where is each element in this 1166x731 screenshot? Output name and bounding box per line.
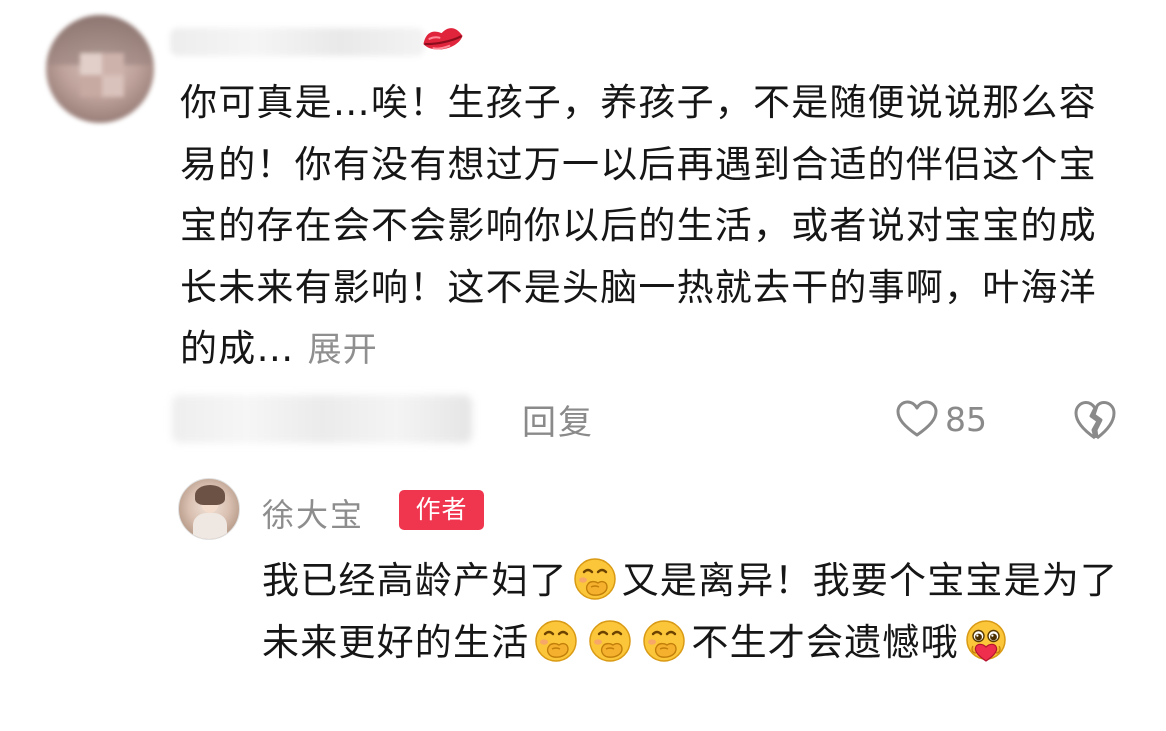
author-badge: 作者 xyxy=(399,490,484,530)
comment-meta-redacted xyxy=(172,395,472,443)
comment-text: 你可真是…唉！生孩子，养孩子，不是随便说说那么容易的！你有没有想过万一以后再遇到… xyxy=(180,72,1130,382)
reply-text-part3: 不生才会遗憾哦 xyxy=(691,621,959,664)
covering-mouth-emoji-icon xyxy=(642,619,686,663)
commenter-name-redacted xyxy=(170,28,425,56)
commenter-avatar-blurred[interactable] xyxy=(46,15,154,123)
reply-item: 徐大宝 作者 我已经高龄产妇了 又是离异！我要个宝宝是为了未来更好的生活 不生才… xyxy=(0,470,1166,731)
reply-button[interactable]: 回复 xyxy=(522,395,594,444)
covering-mouth-emoji-icon xyxy=(573,557,617,601)
reply-text-part1: 我已经高龄产妇了 xyxy=(262,559,568,602)
covering-mouth-emoji-icon xyxy=(588,619,632,663)
heart-outline-icon xyxy=(896,400,938,437)
like-count: 85 xyxy=(945,399,987,439)
lips-icon xyxy=(423,28,463,50)
reply-author-name[interactable]: 徐大宝 xyxy=(262,490,364,536)
comment-item: 你可真是…唉！生孩子，养孩子，不是随便说说那么容易的！你有没有想过万一以后再遇到… xyxy=(0,0,1166,460)
expand-link[interactable]: 展开 xyxy=(308,330,378,370)
like-button[interactable]: 85 xyxy=(895,395,987,443)
comment-body: 你可真是…唉！生孩子，养孩子，不是随便说说那么容易的！你有没有想过万一以后再遇到… xyxy=(180,81,1097,370)
pleading-heart-emoji-icon xyxy=(964,619,1008,663)
author-avatar[interactable] xyxy=(178,478,240,540)
covering-mouth-emoji-icon xyxy=(534,619,578,663)
reply-text: 我已经高龄产妇了 又是离异！我要个宝宝是为了未来更好的生活 不生才会遗憾哦 xyxy=(262,550,1122,674)
broken-heart-icon[interactable] xyxy=(1072,398,1118,442)
